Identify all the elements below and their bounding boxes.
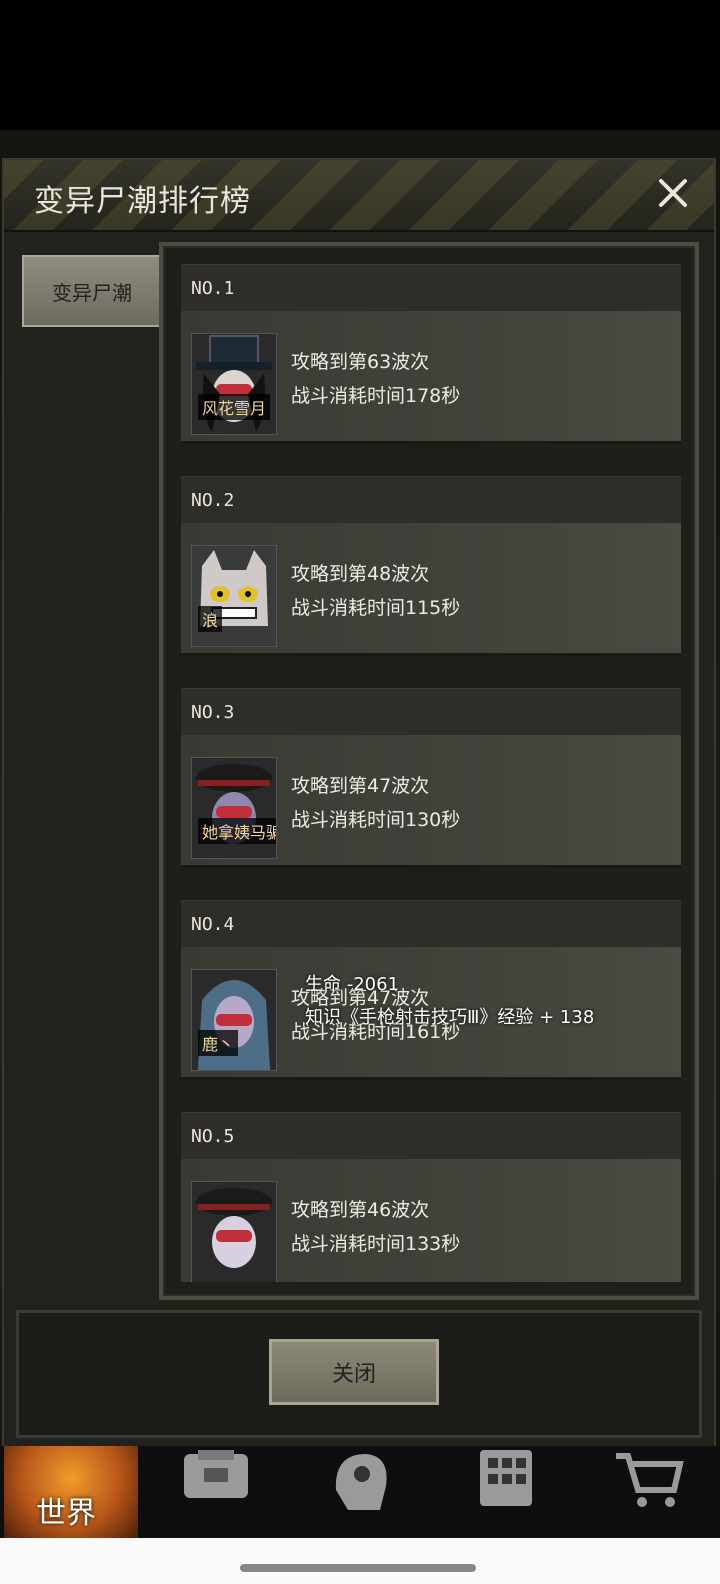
ranking-entry: NO.2 浪 攻略到第48波次 战斗消耗时间115秒 [181, 476, 681, 656]
close-button[interactable]: 关闭 [269, 1339, 439, 1405]
bottom-nav: 世界 [0, 1446, 720, 1538]
time-text: 战斗消耗时间178秒 [291, 385, 461, 407]
cat-avatar[interactable]: 浪 [191, 545, 277, 647]
rank-label: NO.4 [181, 900, 681, 947]
close-icon[interactable] [650, 170, 696, 216]
wave-text: 攻略到第46波次 [291, 1199, 430, 1221]
nav-world-label: 世界 [36, 1496, 96, 1531]
shop-cart-icon[interactable] [614, 1450, 684, 1514]
tab-label: 变异尸潮 [52, 280, 132, 305]
home-indicator[interactable] [240, 1564, 476, 1572]
close-button-label: 关闭 [331, 1362, 376, 1387]
ranking-entry: NO.3 她拿姨马骗我是处 攻略到第47波次 战斗消耗时间130秒 [181, 688, 681, 868]
skills-head-icon[interactable] [326, 1450, 396, 1514]
building-icon[interactable] [476, 1450, 536, 1514]
rank-label: NO.3 [181, 688, 681, 735]
entry-body: 她拿姨马骗我是处 攻略到第47波次 战斗消耗时间130秒 [181, 735, 681, 868]
wave-text: 攻略到第48波次 [291, 563, 430, 585]
officer-avatar[interactable]: 她拿姨马骗我是处 [191, 757, 277, 859]
time-text: 战斗消耗时间115秒 [291, 597, 461, 619]
ranking-entry: NO.5 攻略到第46波次 战斗消耗时间133秒 [181, 1112, 681, 1282]
wave-text: 攻略到第47波次 [291, 775, 430, 797]
backpack-icon[interactable] [178, 1450, 254, 1514]
wave-text: 攻略到第63波次 [291, 351, 430, 373]
life-change-popup: 生命 -2061 [305, 974, 400, 995]
system-home-bar [0, 1538, 720, 1584]
player-name: 风花雪月 [198, 394, 271, 420]
ranking-list[interactable]: NO.1 风花雪月 攻略到第63波次 战斗消耗时间178秒 NO.2 浪 攻略到… [159, 242, 699, 1300]
rank-label: NO.1 [181, 264, 681, 311]
hat-woman-avatar[interactable]: 风花雪月 [191, 333, 277, 435]
dialog-title: 变异尸潮排行榜 [34, 184, 251, 219]
player-name: 浪 [198, 606, 223, 632]
entry-body: 浪 攻略到第48波次 战斗消耗时间115秒 [181, 523, 681, 656]
time-text: 战斗消耗时间130秒 [291, 809, 461, 831]
ranking-entry: NO.4 鹿丶 攻略到第47波次 战斗消耗时间161秒 [181, 900, 681, 1080]
player-name: 她拿姨马骗我是处 [198, 818, 276, 844]
exp-gain-popup: 知识《手枪射击技巧Ⅲ》经验 + 138 [305, 1007, 595, 1028]
blue-hair-avatar[interactable]: 鹿丶 [191, 969, 277, 1071]
time-text: 战斗消耗时间133秒 [291, 1233, 461, 1255]
rank-label: NO.2 [181, 476, 681, 523]
tab-mutant-horde[interactable]: 变异尸潮 [22, 255, 162, 327]
ranking-scroll[interactable]: NO.1 风花雪月 攻略到第63波次 战斗消耗时间178秒 NO.2 浪 攻略到… [181, 264, 681, 1282]
entry-body: 风花雪月 攻略到第63波次 战斗消耗时间178秒 [181, 311, 681, 444]
nav-world[interactable]: 世界 [4, 1446, 138, 1538]
entry-body: 攻略到第46波次 战斗消耗时间133秒 [181, 1159, 681, 1282]
dialog-header: 变异尸潮排行榜 [4, 160, 714, 232]
officer-avatar[interactable] [191, 1181, 277, 1282]
leaderboard-dialog: 变异尸潮排行榜 变异尸潮 NO.1 风花雪月 攻略到第63波次 战斗消耗时间17… [2, 158, 716, 1458]
dialog-footer: 关闭 [16, 1310, 702, 1438]
player-name: 鹿丶 [198, 1030, 239, 1056]
rank-label: NO.5 [181, 1112, 681, 1159]
ranking-entry: NO.1 风花雪月 攻略到第63波次 战斗消耗时间178秒 [181, 264, 681, 444]
